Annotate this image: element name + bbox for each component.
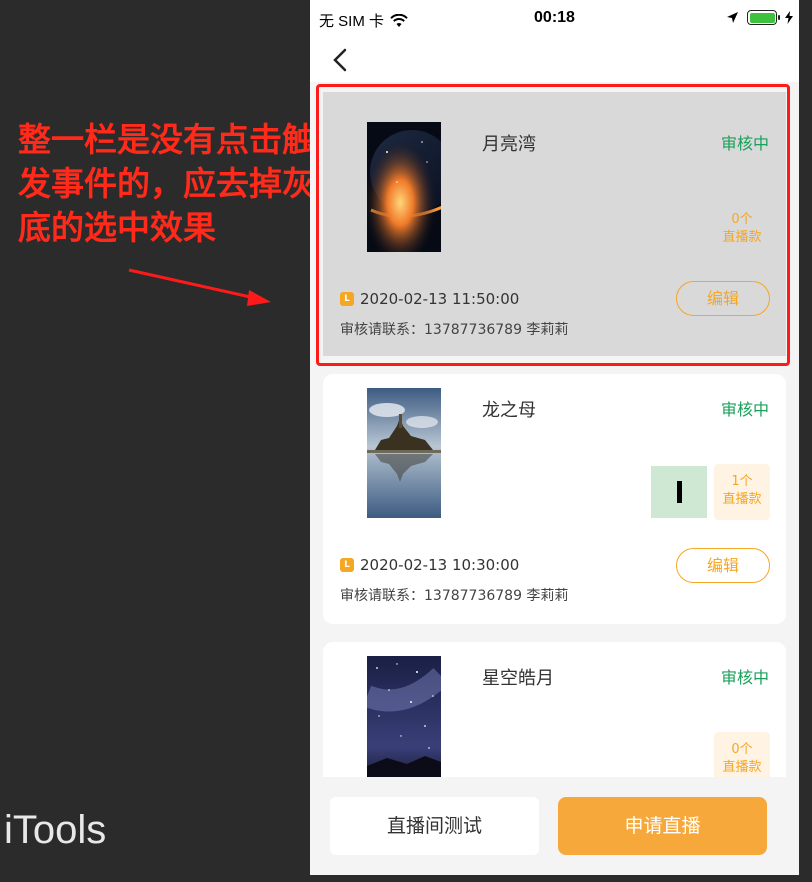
list-item[interactable]: 龙之母 审核中 1个 直播款 L 2020-02-13 10:30:00 审核请… xyxy=(323,374,786,624)
thumbnail-starry-sky-image xyxy=(367,656,441,777)
bottom-action-bar: 直播间测试 申请直播 xyxy=(310,777,799,875)
cursor-bar xyxy=(676,481,682,503)
live-product-count: 1个 直播款 xyxy=(714,464,770,520)
item-title: 龙之母 xyxy=(482,400,536,421)
time-text: 2020-02-13 10:30:00 xyxy=(360,556,520,574)
status-right-group xyxy=(726,10,793,25)
navigation-bar xyxy=(310,38,799,82)
annotation-highlight-box xyxy=(316,84,790,366)
count-label: 直播款 xyxy=(722,492,762,507)
charging-bolt-icon xyxy=(785,11,793,24)
itools-watermark: iTools xyxy=(4,808,107,852)
count-value: 1个 xyxy=(731,474,753,489)
battery-icon xyxy=(747,10,780,25)
item-title: 星空皓月 xyxy=(482,668,554,689)
back-button[interactable] xyxy=(328,46,354,74)
live-time: L 2020-02-13 10:30:00 xyxy=(340,556,519,574)
text-cursor-tile xyxy=(651,466,707,518)
status-badge: 审核中 xyxy=(720,668,769,687)
count-value: 0个 xyxy=(731,742,753,757)
thumbnail-castle-lake-image xyxy=(367,388,441,518)
annotation-arrow xyxy=(128,268,271,306)
live-room-test-button[interactable]: 直播间测试 xyxy=(330,797,539,855)
list-item[interactable]: 星空皓月 审核中 0个 直播款 xyxy=(323,642,786,777)
live-product-count: 0个 直播款 xyxy=(714,732,770,777)
status-badge: 审核中 xyxy=(720,400,769,419)
edit-button[interactable]: 编辑 xyxy=(676,548,770,583)
count-label: 直播款 xyxy=(722,760,762,775)
annotation-note: 整一栏是没有点击触发事件的，应去掉灰底的选中效果 xyxy=(18,120,315,247)
location-arrow-icon xyxy=(727,12,738,23)
apply-live-button[interactable]: 申请直播 xyxy=(558,797,767,855)
clock-icon: L xyxy=(340,558,354,572)
review-contact: 审核请联系：13787736789 李莉莉 xyxy=(340,588,569,604)
battery-level xyxy=(749,12,775,23)
status-bar: 无 SIM 卡 00:18 xyxy=(310,0,799,38)
